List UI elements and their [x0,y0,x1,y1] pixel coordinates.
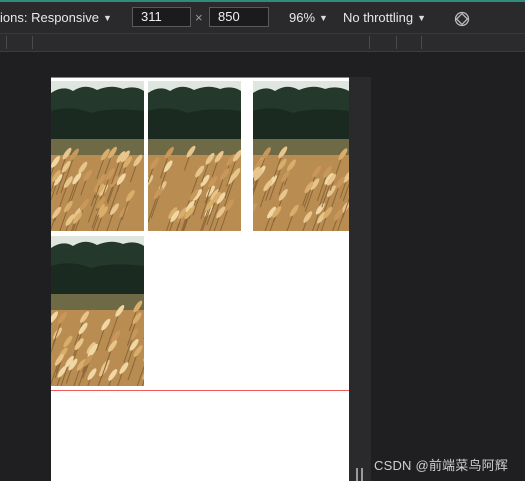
height-input[interactable]: 850 [209,7,269,27]
throttling-label: No throttling [343,10,414,25]
rotate-icon[interactable] [454,11,470,27]
viewport-scroll-gutter [349,77,371,481]
watermark: CSDN @前端菜鸟阿辉 [374,458,509,473]
ruler-tick [369,36,370,49]
wheat-image [51,81,144,231]
resize-handle-icon[interactable] [355,468,365,481]
zoom-dropdown[interactable]: 96% ▼ [289,9,328,27]
wheat-photo [51,81,144,231]
element-outline-top [51,77,349,78]
ruler-tick [396,36,397,49]
wheat-photo [148,81,241,231]
width-input[interactable]: 311 [132,7,191,27]
ruler-tick [32,36,33,49]
wheat-image [148,81,241,231]
dimensions-label: ions: Responsive [0,10,99,25]
caret-down-icon: ▼ [319,13,328,23]
caret-down-icon: ▼ [417,13,427,23]
wheat-image [51,236,144,386]
times-separator: × [195,10,203,25]
element-outline-bottom [51,390,349,391]
ruler-tick [421,36,422,49]
ruler-tick [6,36,7,49]
dimensions-dropdown[interactable]: ions: Responsive ▼ [0,9,112,27]
wheat-image [253,81,349,231]
throttling-dropdown[interactable]: No throttling ▼ [343,9,426,27]
zoom-label: 96% [289,10,316,25]
wheat-photo [253,81,349,231]
media-query-bar [0,34,525,52]
device-toolbar: ions: Responsive ▼ 311 × 850 96% ▼ No thro… [0,2,525,34]
caret-down-icon: ▼ [103,13,112,23]
wheat-photo [51,236,144,386]
device-viewport[interactable] [51,77,349,481]
